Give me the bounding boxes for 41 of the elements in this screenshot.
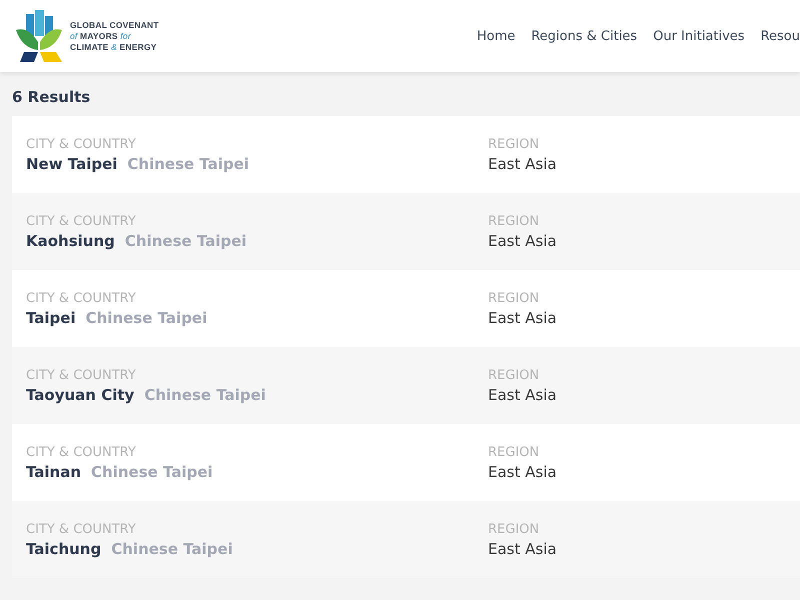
result-row[interactable]: CITY & COUNTRY New Taipei Chinese Taipei REGION East Asia [12, 116, 800, 193]
region-name: East Asia [488, 386, 558, 404]
country-name: Chinese Taipei [127, 154, 250, 172]
logo-text: of MAYORS for [70, 30, 132, 42]
column-label: REGION [488, 214, 540, 228]
column-label: CITY & COUNTRY [26, 136, 137, 152]
region-name: East Asia [488, 540, 558, 558]
country-name: Chinese Taipei [144, 386, 266, 404]
logo-text: CLIMATE & ENERGY [70, 42, 158, 52]
city-name: Tainan [26, 462, 82, 480]
nav-link[interactable]: Our Initiatives [653, 28, 745, 44]
nav-link[interactable]: Regions & Cities [531, 28, 638, 44]
result-row[interactable]: CITY & COUNTRY Taipei Chinese Taipei REGION East Asia [12, 270, 800, 347]
result-row[interactable]: CITY & COUNTRY Tainan Chinese Taipei REGION East Asia [12, 424, 800, 501]
region-name: East Asia [488, 154, 558, 172]
city-name: Kaohsiung [26, 232, 115, 250]
column-label: CITY & COUNTRY [26, 290, 137, 306]
logo-text: GLOBAL COVENANT [70, 20, 159, 30]
column-label: CITY & COUNTRY [26, 368, 137, 382]
region-name: East Asia [488, 462, 558, 480]
column-label: REGION [488, 522, 540, 536]
city-name: Taipei [26, 308, 76, 326]
column-label: CITY & COUNTRY [26, 214, 137, 228]
city-name: New Taipei [26, 154, 118, 172]
country-name: Chinese Taipei [124, 232, 247, 250]
region-name: East Asia [488, 232, 558, 250]
country-name: Chinese Taipei [91, 462, 213, 480]
country-name: Chinese Taipei [111, 540, 233, 558]
results-count: 6 Results [11, 87, 92, 108]
column-label: REGION [488, 444, 540, 460]
nav-link[interactable]: Home [476, 28, 516, 44]
country-name: Chinese Taipei [86, 308, 208, 326]
city-name: Taichung [26, 540, 102, 558]
column-label: REGION [488, 290, 540, 306]
column-label: REGION [488, 368, 540, 382]
column-label: CITY & COUNTRY [26, 444, 137, 460]
nav-link[interactable]: Resou [760, 28, 800, 44]
city-name: Taoyuan City [26, 386, 134, 404]
column-label: REGION [488, 136, 540, 152]
column-label: CITY & COUNTRY [26, 522, 137, 536]
region-name: East Asia [488, 308, 558, 326]
